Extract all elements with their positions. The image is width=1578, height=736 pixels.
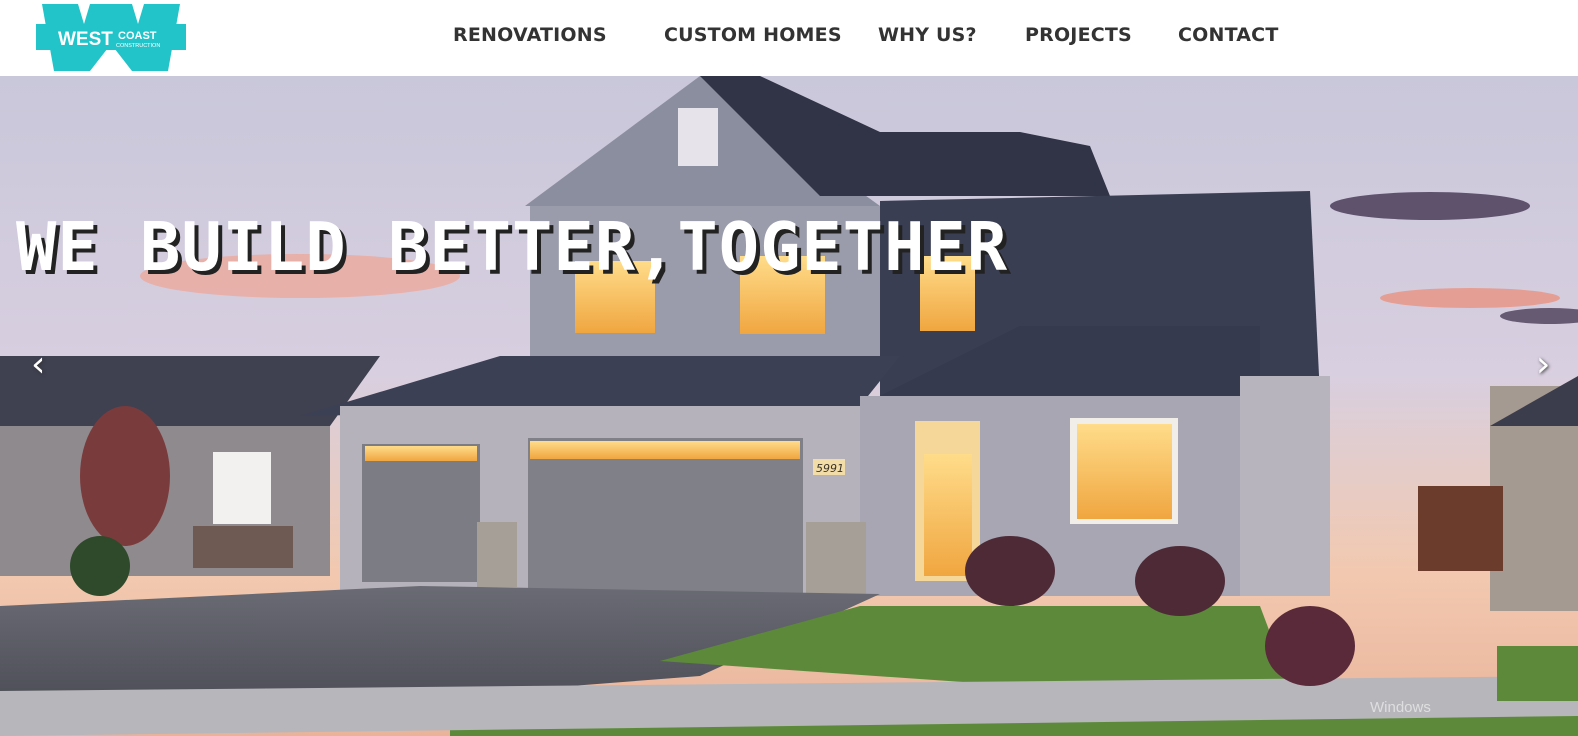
slider-prev-chevron-left-icon[interactable]: ‹ [31, 344, 45, 385]
house-number: 5991 [816, 462, 844, 475]
nav-custom-homes[interactable]: CUSTOM HOMES [664, 24, 842, 46]
nav-renovations[interactable]: RENOVATIONS [453, 24, 607, 46]
slider-next-chevron-right-icon[interactable]: › [1536, 344, 1550, 385]
hero-house-image [0, 76, 1578, 736]
hero-headline: WE BUILD BETTER,TOGETHER [16, 208, 1009, 286]
site-header: WEST COAST CONSTRUCTION RENOVATIONS CUST… [0, 0, 1578, 76]
nav-why-us[interactable]: WHY US? [878, 24, 977, 46]
hero-slider: WE BUILD BETTER,TOGETHER ‹ › Windows 599… [0, 76, 1578, 736]
nav-projects[interactable]: PROJECTS [1025, 24, 1132, 46]
nav-contact[interactable]: CONTACT [1178, 24, 1279, 46]
activate-windows-watermark: Windows [1370, 699, 1431, 716]
main-nav: RENOVATIONS CUSTOM HOMES WHY US? PROJECT… [0, 0, 1578, 76]
house-number-plate: 5991 [813, 459, 845, 475]
